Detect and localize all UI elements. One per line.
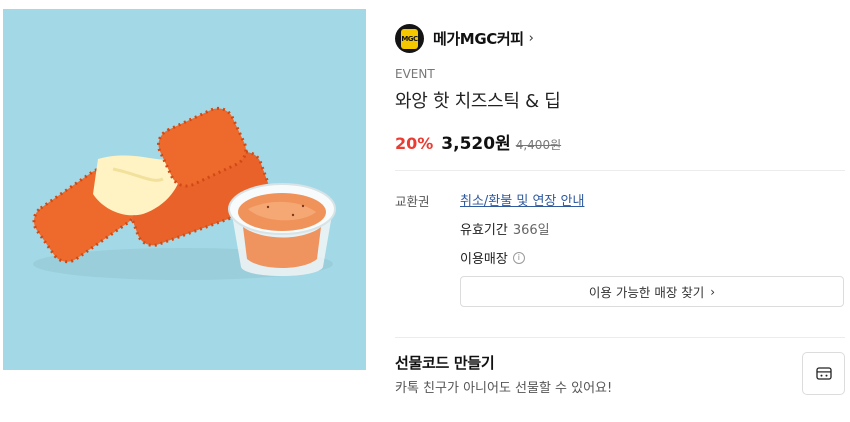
gift-code-button[interactable] bbox=[802, 352, 845, 395]
chevron-right-icon: › bbox=[528, 31, 534, 46]
validity-row: 유효기간 366일 bbox=[460, 219, 550, 238]
divider bbox=[395, 337, 845, 338]
cheese-stick-dip-illustration bbox=[32, 106, 336, 280]
find-store-button[interactable]: 이용 가능한 매장 찾기 › bbox=[460, 276, 844, 307]
discount-rate: 20% bbox=[395, 134, 434, 153]
brand-logo: MGC bbox=[395, 24, 424, 53]
store-label: 이용매장 bbox=[460, 252, 508, 267]
ticket-label: 교환권 bbox=[395, 194, 430, 209]
store-row: 이용매장 i bbox=[460, 248, 525, 267]
gift-code-subtitle: 카톡 친구가 아니어도 선물할 수 있어요! bbox=[395, 381, 613, 396]
refund-policy-link[interactable]: 취소/환불 및 연장 안내 bbox=[460, 190, 584, 209]
product-title: 와앙 핫 치즈스틱 & 딥 bbox=[395, 91, 561, 112]
product-info: MGC 메가MGC커피 › EVENT 와앙 핫 치즈스틱 & 딥 20% 3,… bbox=[395, 0, 845, 422]
info-icon[interactable]: i bbox=[512, 251, 525, 264]
brand-logo-mark: MGC bbox=[401, 28, 418, 49]
validity-value: 366일 bbox=[512, 223, 550, 238]
chevron-right-icon: › bbox=[710, 284, 716, 299]
find-store-label: 이용 가능한 매장 찾기 bbox=[588, 285, 705, 300]
divider bbox=[395, 170, 845, 171]
validity-label: 유효기간 bbox=[460, 223, 508, 238]
product-image bbox=[3, 9, 366, 370]
sale-price: 3,520원 bbox=[441, 134, 511, 154]
gift-code-icon bbox=[815, 367, 832, 380]
brand-name: 메가MGC커피 bbox=[433, 30, 524, 48]
dip-cup bbox=[228, 183, 336, 276]
gift-code-title: 선물코드 만들기 bbox=[395, 354, 495, 372]
brand-link[interactable]: MGC 메가MGC커피 › bbox=[395, 24, 534, 53]
original-price: 4,400원 bbox=[515, 138, 562, 152]
price-row: 20% 3,520원 4,400원 bbox=[395, 129, 561, 154]
category-label: EVENT bbox=[395, 67, 435, 81]
